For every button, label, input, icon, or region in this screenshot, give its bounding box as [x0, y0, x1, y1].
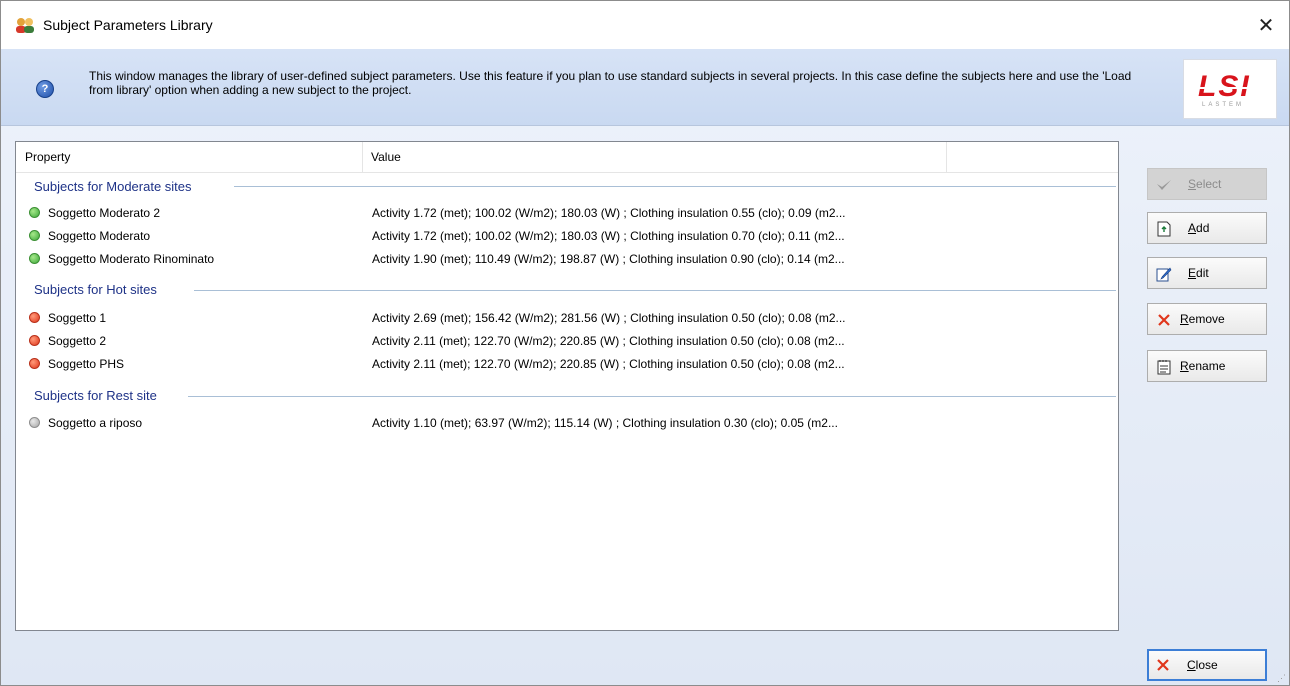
add-document-icon	[1157, 221, 1171, 237]
status-green-icon	[29, 207, 40, 218]
group-header-hot: Subjects for Hot sites	[34, 282, 157, 297]
logo-subtext: LASTEM	[1202, 102, 1245, 108]
window-close-icon[interactable]: ✕	[1243, 1, 1289, 49]
column-header-value[interactable]: Value	[362, 142, 401, 172]
status-green-icon	[29, 253, 40, 264]
group-header-rest: Subjects for Rest site	[34, 388, 157, 403]
subject-name: Soggetto PHS	[48, 357, 125, 371]
remove-x-icon	[1158, 314, 1170, 326]
list-item[interactable]: Soggetto PHS Activity 2.11 (met); 122.70…	[26, 353, 1106, 376]
add-button[interactable]: Add	[1147, 212, 1267, 244]
people-icon	[16, 18, 34, 33]
list-item[interactable]: Soggetto 2 Activity 2.11 (met); 122.70 (…	[26, 330, 1106, 353]
close-x-icon	[1157, 659, 1169, 671]
close-button[interactable]: Close	[1147, 649, 1267, 681]
edit-button[interactable]: Edit	[1147, 257, 1267, 289]
subject-value: Activity 1.10 (met); 63.97 (W/m2); 115.1…	[372, 416, 838, 430]
subject-value: Activity 1.72 (met); 100.02 (W/m2); 180.…	[372, 206, 846, 220]
help-icon: ?	[36, 80, 54, 98]
list-item[interactable]: Soggetto Moderato Activity 1.72 (met); 1…	[26, 225, 1106, 248]
status-red-icon	[29, 335, 40, 346]
subject-value: Activity 2.11 (met); 122.70 (W/m2); 220.…	[372, 334, 845, 348]
edit-pencil-icon	[1156, 267, 1172, 282]
group-header-moderate: Subjects for Moderate sites	[34, 179, 192, 194]
subject-name: Soggetto a riposo	[48, 416, 143, 430]
info-text: This window manages the library of user-…	[89, 69, 1132, 97]
subject-name: Soggetto Moderato 2	[48, 206, 161, 220]
subject-value: Activity 1.72 (met); 100.02 (W/m2); 180.…	[372, 229, 845, 243]
list-column-header: Property Value	[16, 142, 1118, 173]
group-divider	[234, 186, 1116, 187]
lsi-logo: LSI LASTEM	[1183, 59, 1277, 119]
subjects-list[interactable]: Property Value Subjects for Moderate sit…	[15, 141, 1119, 631]
remove-button[interactable]: Remove	[1147, 303, 1267, 335]
status-gray-icon	[29, 417, 40, 428]
status-red-icon	[29, 312, 40, 323]
subject-name: Soggetto 2	[48, 334, 107, 348]
list-item[interactable]: Soggetto a riposo Activity 1.10 (met); 6…	[26, 412, 1106, 435]
info-banner: ? This window manages the library of use…	[1, 49, 1289, 126]
list-item[interactable]: Soggetto Moderato Rinominato Activity 1.…	[26, 248, 1106, 271]
column-header-property[interactable]: Property	[16, 142, 70, 172]
rename-notepad-icon	[1157, 360, 1171, 375]
subject-name: Soggetto Moderato Rinominato	[48, 252, 215, 266]
window-title: Subject Parameters Library	[43, 17, 213, 33]
select-check-icon	[1157, 180, 1171, 190]
subject-value: Activity 1.90 (met); 110.49 (W/m2); 198.…	[372, 252, 845, 266]
select-button[interactable]: Select	[1147, 168, 1267, 200]
rename-button[interactable]: Rename	[1147, 350, 1267, 382]
status-red-icon	[29, 358, 40, 369]
subject-name: Soggetto Moderato	[48, 229, 151, 243]
resize-grip-icon[interactable]: ⋰	[1277, 673, 1287, 683]
title-bar: Subject Parameters Library ✕	[1, 1, 1289, 49]
subject-value: Activity 2.11 (met); 122.70 (W/m2); 220.…	[372, 357, 845, 371]
subject-name: Soggetto 1	[48, 311, 107, 325]
status-green-icon	[29, 230, 40, 241]
list-item[interactable]: Soggetto 1 Activity 2.69 (met); 156.42 (…	[26, 307, 1106, 330]
list-item[interactable]: Soggetto Moderato 2 Activity 1.72 (met);…	[26, 202, 1106, 225]
subject-parameters-library-window: Subject Parameters Library ✕ ? This wind…	[0, 0, 1290, 686]
group-divider	[194, 290, 1116, 291]
group-divider	[188, 396, 1116, 397]
subject-value: Activity 2.69 (met); 156.42 (W/m2); 281.…	[372, 311, 846, 325]
